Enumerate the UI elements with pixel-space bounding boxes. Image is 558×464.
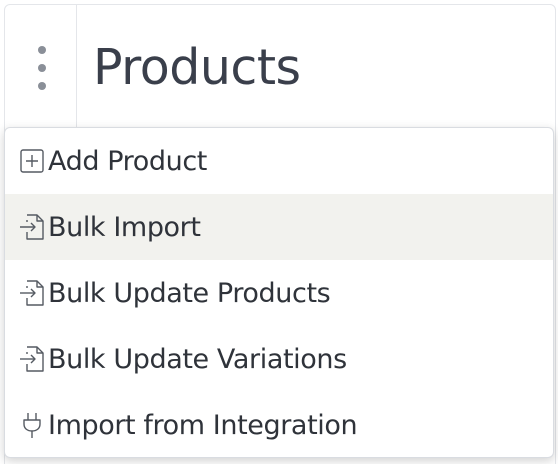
kebab-dot (38, 82, 46, 90)
menu-item-label: Bulk Update Variations (48, 343, 347, 375)
more-options-button[interactable] (30, 44, 54, 94)
actions-dropdown-menu: Add Product Bulk Import Bulk Update Prod… (4, 127, 554, 458)
plus-square-icon (18, 146, 46, 176)
kebab-dot (38, 64, 46, 72)
menu-item-label: Bulk Import (48, 211, 201, 243)
file-import-icon (18, 212, 46, 242)
page-title: Products (93, 39, 301, 96)
menu-item-add-product[interactable]: Add Product (5, 128, 553, 194)
side-divider (76, 4, 77, 128)
menu-item-bulk-update-products[interactable]: Bulk Update Products (5, 260, 553, 326)
menu-item-label: Import from Integration (48, 409, 358, 441)
plug-icon (18, 410, 46, 440)
menu-item-import-from-integration[interactable]: Import from Integration (5, 392, 553, 457)
file-import-icon (18, 344, 46, 374)
menu-item-label: Bulk Update Products (48, 277, 331, 309)
kebab-dot (38, 46, 46, 54)
menu-item-label: Add Product (48, 145, 207, 177)
products-page: Products Add Product Bulk Import Bulk Up… (0, 0, 558, 464)
menu-item-bulk-import[interactable]: Bulk Import (5, 194, 553, 260)
file-import-icon (18, 278, 46, 308)
menu-item-bulk-update-variations[interactable]: Bulk Update Variations (5, 326, 553, 392)
